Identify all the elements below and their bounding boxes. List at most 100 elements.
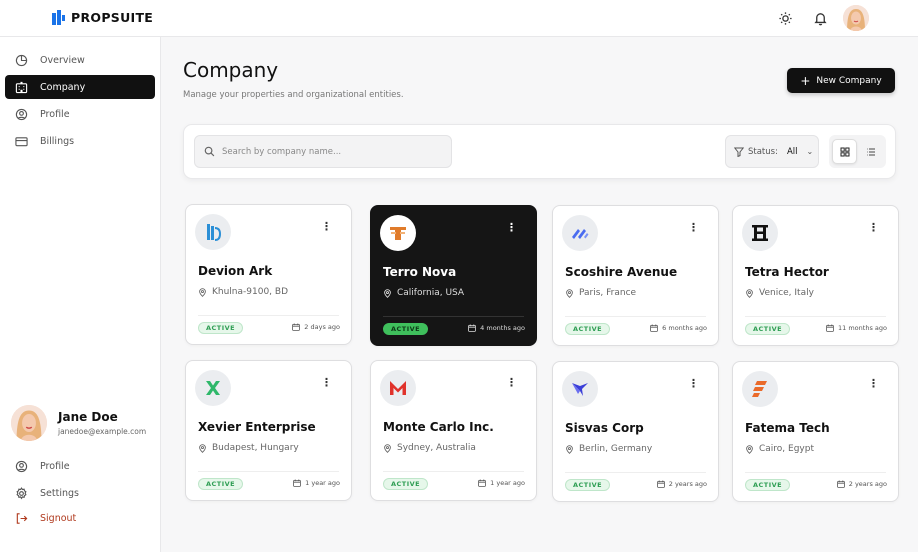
sidebar-item-profile-bottom[interactable]: Profile [5, 454, 155, 478]
updated-time: 1 year ago [293, 479, 340, 487]
status-filter[interactable]: Status: All ⌄ [725, 135, 819, 168]
user-card[interactable]: Jane Doe janedoe@example.com [11, 405, 146, 441]
sidebar-item-overview[interactable]: Overview [5, 48, 155, 72]
company-card[interactable]: ⋮ Scoshire Avenue Paris, France ACTIVE 6… [552, 205, 719, 346]
updated-text: 2 years ago [848, 480, 887, 488]
plus-icon: + [800, 73, 811, 88]
company-logo [380, 215, 416, 251]
location-pin-icon [384, 443, 391, 453]
sidebar-item-label: Billings [40, 135, 75, 147]
company-location: Sydney, Australia [383, 443, 476, 453]
company-location: California, USA [383, 288, 464, 298]
location-text: Berlin, Germany [579, 444, 653, 454]
sidebar-item-label: Company [40, 81, 86, 93]
search-input[interactable] [222, 146, 442, 157]
brand-name: PROPSUITE [71, 10, 154, 25]
company-logo [562, 371, 598, 407]
company-name: Xevier Enterprise [198, 420, 316, 434]
page-title: Company [183, 58, 279, 82]
brand-logo-icon [52, 10, 65, 25]
more-options-icon[interactable]: ⋮ [868, 378, 879, 389]
more-options-icon[interactable]: ⋮ [688, 222, 699, 233]
more-options-icon[interactable]: ⋮ [321, 221, 332, 232]
chevron-down-icon: ⌄ [806, 147, 814, 156]
company-card[interactable]: ⋮ Xevier Enterprise Budapest, Hungary AC… [185, 360, 352, 501]
location-pin-icon [199, 287, 206, 297]
calendar-icon [292, 323, 301, 331]
search-box[interactable] [194, 135, 452, 168]
location-text: Venice, Italy [759, 288, 814, 298]
updated-time: 2 days ago [292, 323, 340, 331]
view-toggle [829, 135, 886, 168]
location-text: Cairo, Egypt [759, 444, 814, 454]
signout-icon [16, 512, 28, 524]
grid-icon [840, 147, 850, 157]
updated-time: 6 months ago [650, 324, 707, 332]
sidebar-item-signout[interactable]: Signout [5, 506, 155, 530]
updated-text: 2 days ago [304, 323, 340, 331]
location-pin-icon [566, 444, 573, 454]
sidebar-item-label: Overview [40, 54, 85, 66]
grid-view-button[interactable] [832, 139, 857, 164]
sun-icon[interactable] [778, 11, 793, 26]
gear-icon [16, 486, 27, 499]
status-badge: ACTIVE [383, 323, 429, 335]
bell-icon[interactable] [813, 11, 828, 26]
more-options-icon[interactable]: ⋮ [321, 377, 332, 388]
pie-chart-icon [15, 54, 28, 66]
more-options-icon[interactable]: ⋮ [506, 222, 517, 233]
company-name: Devion Ark [198, 264, 273, 278]
company-logo [742, 371, 778, 407]
calendar-icon [468, 324, 476, 332]
divider [745, 316, 886, 317]
sidebar-item-company[interactable]: Company [5, 75, 155, 99]
company-card-selected[interactable]: ⋮ Terro Nova California, USA ACTIVE 4 mo… [370, 205, 537, 346]
updated-text: 11 months ago [838, 324, 887, 332]
updated-text: 2 years ago [668, 480, 707, 488]
new-company-button[interactable]: + New Company [787, 68, 895, 93]
more-options-icon[interactable]: ⋮ [868, 222, 879, 233]
company-location: Berlin, Germany [565, 444, 652, 454]
divider [565, 472, 706, 473]
calendar-icon [656, 480, 665, 488]
updated-time: 2 years ago [656, 480, 707, 488]
updated-time: 11 months ago [826, 324, 887, 332]
user-circle-icon [15, 460, 28, 472]
more-options-icon[interactable]: ⋮ [506, 377, 517, 388]
filter-icon [734, 147, 744, 157]
updated-time: 2 years ago [836, 480, 887, 488]
updated-text: 4 months ago [480, 324, 525, 332]
company-location: Venice, Italy [745, 288, 814, 298]
company-card[interactable]: ⋮ Tetra Hector Venice, Italy ACTIVE 11 m… [732, 205, 899, 346]
calendar-icon [826, 324, 834, 332]
location-pin-icon [746, 444, 753, 454]
company-name: Sisvas Corp [565, 421, 644, 435]
location-text: Khulna-9100, BD [212, 287, 289, 297]
more-options-icon[interactable]: ⋮ [688, 378, 699, 389]
company-card[interactable]: ⋮ Sisvas Corp Berlin, Germany ACTIVE 2 y… [552, 361, 719, 502]
avatar [11, 405, 47, 441]
location-pin-icon [199, 443, 206, 453]
divider [383, 471, 524, 472]
company-card[interactable]: ⋮ Fatema Tech Cairo, Egypt ACTIVE 2 year… [732, 361, 899, 502]
avatar[interactable] [843, 5, 869, 31]
company-location: Budapest, Hungary [198, 443, 299, 453]
sidebar-item-label: Signout [40, 512, 77, 524]
updated-text: 6 months ago [662, 324, 707, 332]
company-card[interactable]: ⋮ Monte Carlo Inc. Sydney, Australia ACT… [370, 360, 537, 501]
sidebar-item-label: Settings [40, 487, 79, 499]
company-logo [742, 215, 778, 251]
status-badge: ACTIVE [198, 322, 244, 334]
brand[interactable]: PROPSUITE [52, 10, 153, 25]
sidebar-item-billings[interactable]: Billings [5, 129, 155, 153]
sidebar-item-settings[interactable]: Settings [5, 481, 155, 505]
company-card[interactable]: ⋮ Devion Ark Khulna-9100, BD ACTIVE 2 da… [185, 204, 352, 345]
updated-text: 1 year ago [305, 479, 340, 487]
company-name: Terro Nova [383, 265, 457, 279]
top-bar: PROPSUITE [0, 0, 918, 37]
sidebar-item-profile[interactable]: Profile [5, 102, 155, 126]
company-name: Tetra Hector [745, 265, 829, 279]
status-badge: ACTIVE [383, 478, 429, 490]
location-pin-icon [566, 288, 573, 298]
list-view-button[interactable] [858, 139, 883, 164]
